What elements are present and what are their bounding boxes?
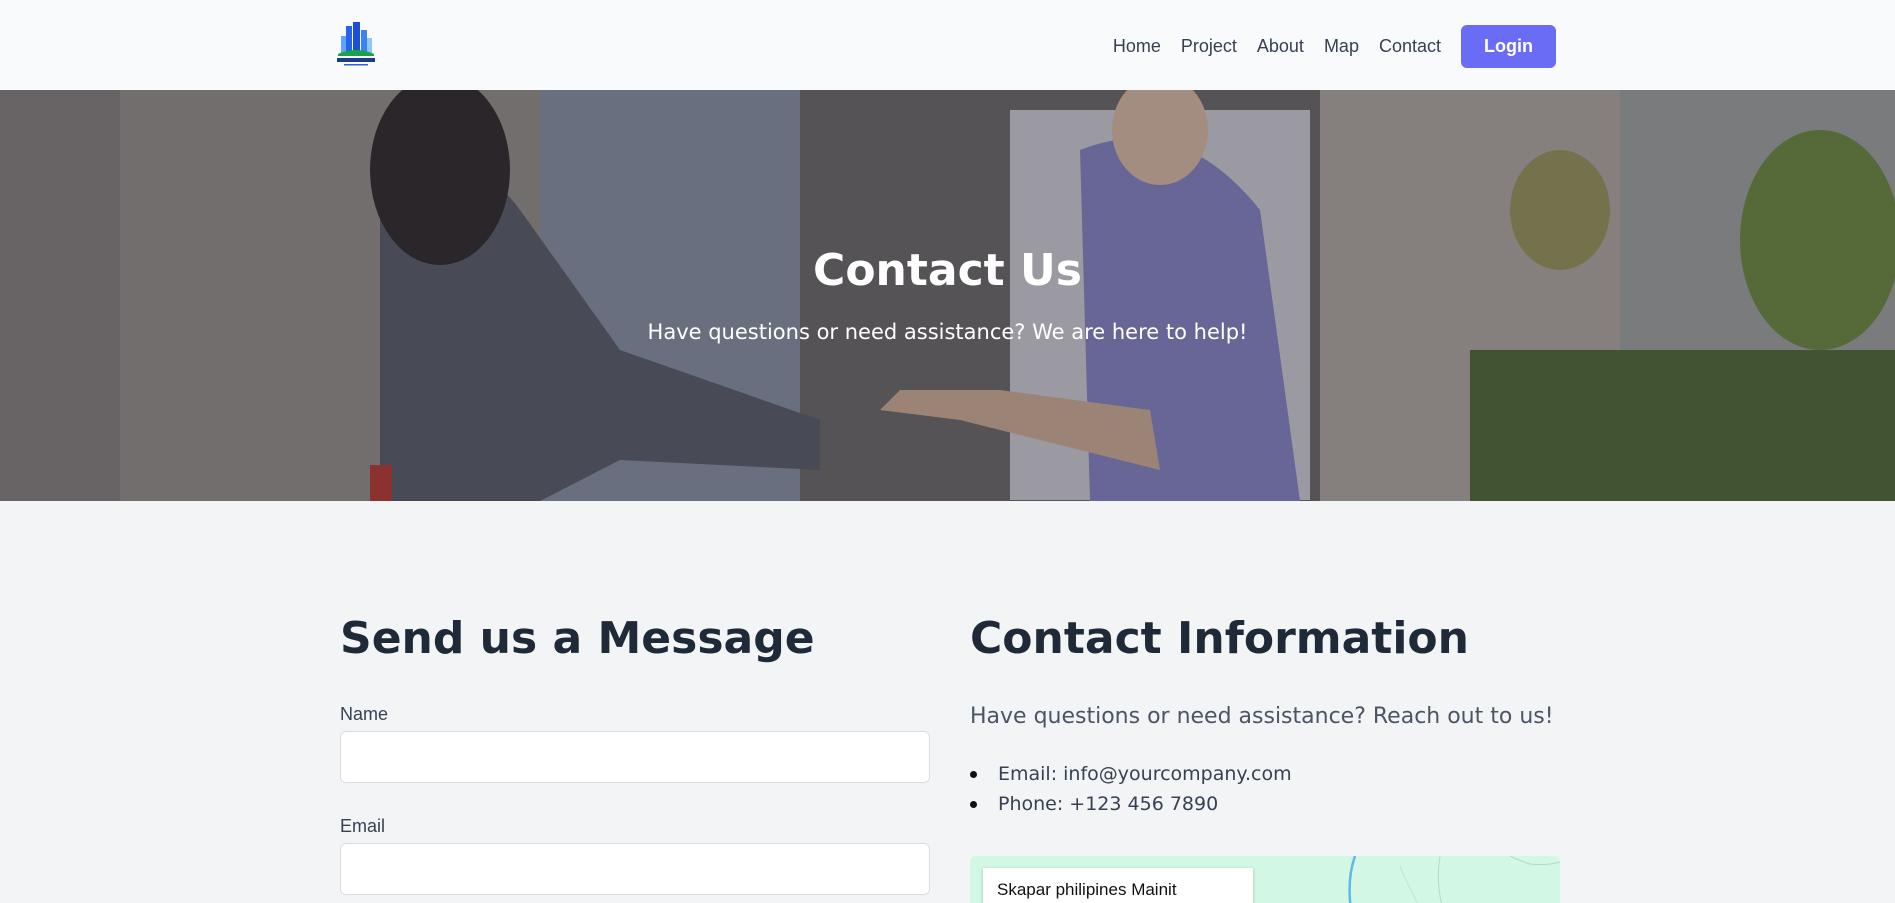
bullet-icon [970,801,977,808]
nav-contact[interactable]: Contact [1379,36,1441,57]
email-input[interactable] [340,843,930,895]
name-input[interactable] [340,731,930,783]
email-label: Email [340,816,386,836]
contact-info-list: Email: info@yourcompany.com Phone: +123 … [970,759,1292,819]
contact-phone-text: Phone: +123 456 7890 [998,793,1219,815]
contact-phone-item: Phone: +123 456 7890 [970,789,1292,819]
map-place-card[interactable]: Skapar philipines Mainit [983,868,1253,903]
site-header: Home Project About Map Contact Login [0,0,1895,90]
nav-about[interactable]: About [1257,36,1304,57]
nav-map[interactable]: Map [1324,36,1359,57]
hero-title: Contact Us [813,245,1082,296]
embedded-map[interactable]: Skapar philipines Mainit [970,856,1560,903]
main-nav: Home Project About Map Contact Login [1113,24,1556,68]
bullet-icon [970,771,977,778]
contact-info-heading: Contact Information [970,613,1469,664]
hero-banner: Contact Us Have questions or need assist… [0,90,1895,501]
building-logo-icon[interactable] [332,20,380,68]
contact-info-intro: Have questions or need assistance? Reach… [970,704,1554,729]
contact-info-section: Contact Information Have questions or ne… [970,612,1560,815]
map-place-name: Skapar philipines Mainit [997,880,1177,899]
contact-email-item: Email: info@yourcompany.com [970,759,1292,789]
nav-home[interactable]: Home [1113,36,1161,57]
contact-email-text: Email: info@yourcompany.com [998,763,1292,785]
nav-project[interactable]: Project [1181,36,1237,57]
hero-subtitle: Have questions or need assistance? We ar… [647,320,1248,344]
form-heading: Send us a Message [340,613,815,664]
name-label: Name [340,704,389,724]
login-button[interactable]: Login [1461,24,1556,68]
message-form-section: Send us a Message Name Email [340,612,930,895]
